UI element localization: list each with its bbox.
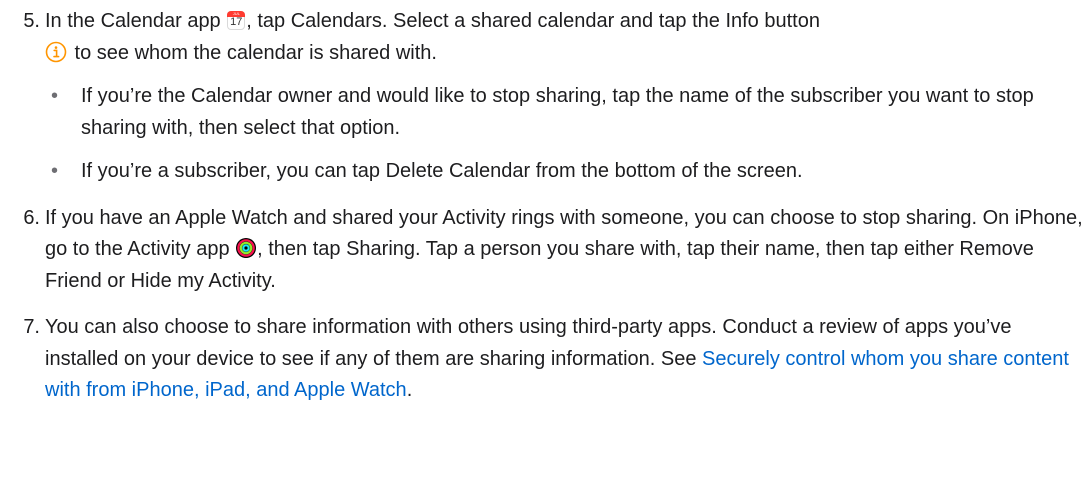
step-number: 6. (23, 206, 40, 229)
list-item: • If you’re a subscriber, you can tap De… (45, 156, 1081, 188)
step-5-text-c: to see whom the calendar is shared with. (69, 41, 437, 64)
step-5-text-a: In the Calendar app (45, 10, 227, 32)
document: 5. In the Calendar app JUL 17, tap Calend… (0, 0, 1081, 504)
bullet-marker: • (51, 160, 59, 182)
step-6: 6. If you have an Apple Watch and shared… (0, 203, 1081, 298)
step-6-paragraph: If you have an Apple Watch and shared yo… (45, 203, 1081, 298)
info-icon (45, 41, 67, 62)
list-item: • If you’re the Calendar owner and would… (45, 81, 1081, 144)
step-7-paragraph: You can also choose to share information… (45, 312, 1081, 407)
step-5-bullets: • If you’re the Calendar owner and would… (45, 81, 1081, 188)
step-number: 7. (23, 316, 40, 338)
step-5-paragraph: In the Calendar app JUL 17, tap Calendars… (45, 6, 1081, 69)
step-number: 5. (23, 10, 40, 32)
bullet-text: If you’re a subscriber, you can tap Dele… (81, 160, 803, 182)
step-7-text-b: . (406, 379, 413, 401)
activity-app-icon (236, 238, 257, 258)
step-7: 7. You can also choose to share informat… (0, 312, 1081, 407)
calendar-icon-day: 17 (230, 16, 243, 28)
bullet-text: If you’re the Calendar owner and would l… (81, 85, 1034, 139)
step-5-text-b: , tap Calendars. Select a shared calenda… (246, 10, 820, 32)
step-5: 5. In the Calendar app JUL 17, tap Calend… (0, 6, 1081, 188)
calendar-app-icon: JUL 17 (227, 11, 246, 30)
bullet-marker: • (51, 85, 59, 107)
